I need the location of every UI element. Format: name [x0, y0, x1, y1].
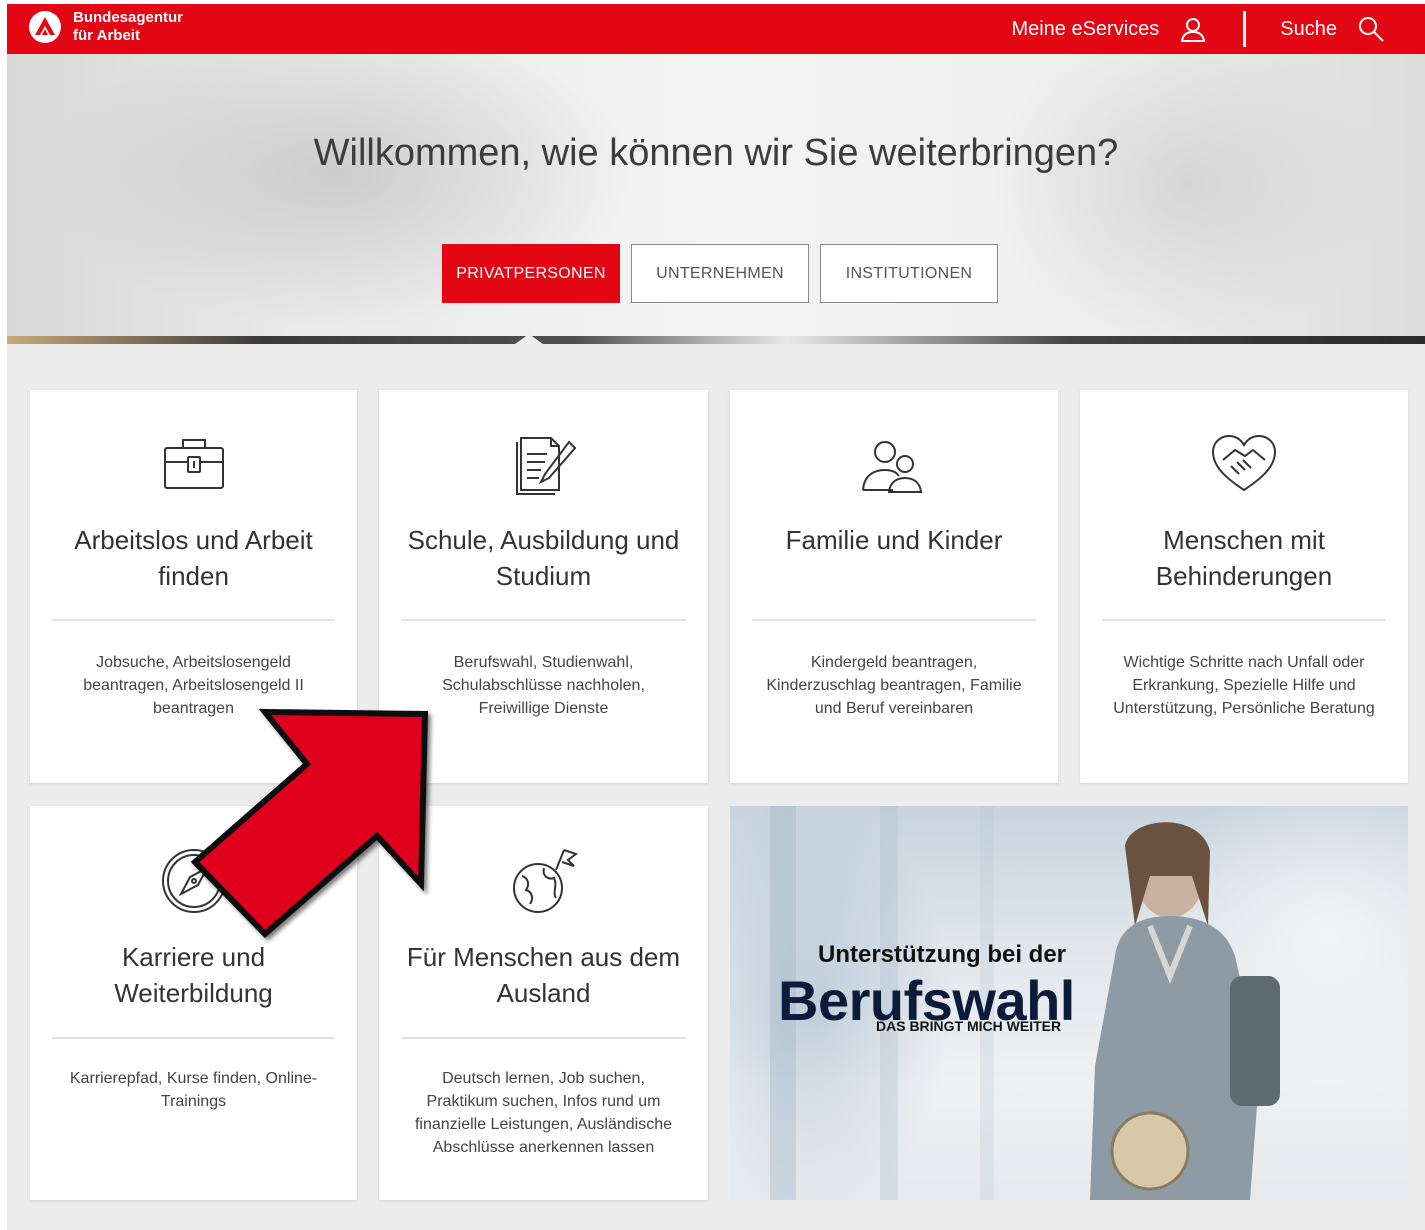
card-title-line2: finden	[158, 561, 229, 591]
hero-section: Willkommen, wie können wir Sie weiterbri…	[7, 54, 1425, 344]
card-desc-line: Jobsuche, Arbeitslosengeld	[96, 654, 291, 671]
card-divider	[52, 1037, 335, 1039]
card-description: Wichtige Schritte nach Unfall oder Erkra…	[1098, 651, 1390, 720]
card-desc-line: finanzielle Leistungen, Ausländische	[414, 1116, 673, 1133]
nav-divider	[1243, 11, 1247, 47]
card-title-line2: Studium	[495, 561, 592, 591]
card-familie[interactable]: Familie und Kinder Kindergeld beantragen…	[730, 390, 1058, 783]
card-divider	[1102, 619, 1386, 621]
document-pen-icon	[379, 432, 708, 496]
ba-logo-icon	[29, 11, 61, 43]
card-desc-line: Unterstützung, Persönliche Beratung	[1113, 700, 1375, 717]
card-title-line2: Behinderungen	[1155, 561, 1333, 591]
card-description: Kindergeld beantragen, Kinderzuschlag be…	[748, 651, 1040, 720]
card-desc-line: Karrierepfad, Kurse finden, Online-	[69, 1070, 318, 1087]
card-desc-line: Kindergeld beantragen,	[810, 654, 978, 671]
card-title: Karriere und Weiterbildung	[40, 939, 347, 1011]
card-title-line1: Schule, Ausbildung und	[407, 525, 680, 555]
search-label: Suche	[1280, 17, 1337, 40]
card-description: Karrierepfad, Kurse finden, Online- Trai…	[48, 1067, 339, 1113]
card-behinderungen[interactable]: Menschen mit Behinderungen Wichtige Schr…	[1080, 390, 1408, 783]
card-divider	[52, 619, 335, 621]
red-arrow-icon	[177, 694, 447, 949]
card-divider	[401, 1037, 686, 1039]
top-header: Bundesagentur für Arbeit Meine eServices…	[7, 4, 1425, 54]
card-title-line2: Weiterbildung	[114, 978, 273, 1008]
promo-tagline: DAS BRINGT MICH WEITER	[876, 1018, 1062, 1034]
card-desc-line: Trainings	[160, 1093, 227, 1110]
card-title: Familie und Kinder	[740, 522, 1048, 558]
card-title-line2: Ausland	[496, 978, 591, 1008]
user-icon	[1179, 15, 1207, 43]
berufswahl-promo-banner[interactable]: Unterstützung bei der Berufswahl DAS BRI…	[730, 806, 1408, 1200]
card-title-line1: Arbeitslos und Arbeit	[74, 525, 313, 555]
tab-privatpersonen[interactable]: PRIVATPERSONEN	[442, 244, 620, 303]
eservices-link[interactable]: Meine eServices	[1011, 15, 1207, 43]
card-desc-line: Wichtige Schritte nach Unfall oder	[1123, 654, 1365, 671]
card-desc-line: Berufswahl, Studienwahl,	[453, 654, 634, 671]
card-title: Arbeitslos und Arbeit finden	[40, 522, 347, 594]
card-description: Deutsch lernen, Job suchen, Praktikum su…	[397, 1067, 690, 1159]
search-link[interactable]: Suche	[1280, 15, 1385, 43]
card-desc-line: Praktikum suchen, Infos rund um	[426, 1093, 661, 1110]
card-title-line1: Menschen mit	[1163, 525, 1325, 555]
active-tab-indicator	[515, 334, 543, 344]
header-nav: Meine eServices Suche	[1011, 4, 1425, 54]
card-desc-line: und Beruf vereinbaren	[814, 700, 974, 717]
ba-logo[interactable]: Bundesagentur für Arbeit	[29, 9, 183, 45]
hero-bottom-stripe	[7, 336, 1425, 344]
card-desc-line: Deutsch lernen, Job suchen,	[442, 1070, 645, 1087]
card-desc-line: Erkrankung, Spezielle Hilfe und	[1132, 677, 1356, 694]
card-desc-line: Kinderzuschlag beantragen, Familie	[766, 677, 1022, 694]
card-desc-line: Abschlüsse anerkennen lassen	[432, 1139, 655, 1156]
tab-unternehmen[interactable]: UNTERNEHMEN	[631, 244, 809, 303]
card-title-line1: Familie und Kinder	[785, 525, 1003, 555]
logo-line2: für Arbeit	[73, 27, 140, 44]
card-divider	[752, 619, 1036, 621]
card-divider	[401, 619, 686, 621]
logo-text: Bundesagentur für Arbeit	[73, 9, 183, 45]
card-title: Menschen mit Behinderungen	[1090, 522, 1398, 594]
eservices-label: Meine eServices	[1011, 17, 1160, 40]
logo-line1: Bundesagentur	[73, 9, 184, 26]
heart-handshake-icon	[1080, 432, 1408, 496]
card-title: Für Menschen aus dem Ausland	[389, 939, 698, 1011]
audience-tabs: PRIVATPERSONEN UNTERNEHMEN INSTITUTIONEN	[442, 244, 1009, 303]
card-title: Schule, Ausbildung und Studium	[389, 522, 698, 594]
family-icon	[730, 438, 1058, 494]
promo-subtitle: Unterstützung bei der	[818, 941, 1067, 968]
briefcase-icon	[30, 434, 357, 494]
page: Bundesagentur für Arbeit Meine eServices…	[7, 4, 1425, 1230]
hero-title: Willkommen, wie können wir Sie weiterbri…	[313, 132, 1119, 174]
search-icon	[1357, 15, 1385, 43]
tab-institutionen[interactable]: INSTITUTIONEN	[820, 244, 998, 303]
